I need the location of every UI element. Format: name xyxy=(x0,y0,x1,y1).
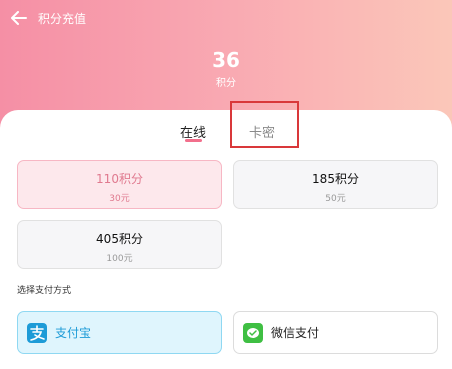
package-points: 185积分 xyxy=(312,172,359,186)
alipay-option[interactable]: 支付宝 xyxy=(17,311,222,354)
page-title: 积分充值 xyxy=(38,12,87,26)
points-balance-label: 积分 xyxy=(216,78,236,89)
back-button[interactable] xyxy=(9,8,29,28)
package-option-405[interactable]: 405积分 100元 xyxy=(17,220,222,269)
package-points: 110积分 xyxy=(96,172,143,186)
package-price: 50元 xyxy=(325,194,346,204)
points-balance-value: 36 xyxy=(212,48,240,72)
package-price: 100元 xyxy=(106,254,133,264)
wechat-pay-option[interactable]: 微信支付 xyxy=(233,311,438,354)
package-option-110[interactable]: 110积分 30元 xyxy=(17,160,222,209)
wechat-pay-label: 微信支付 xyxy=(271,326,320,340)
package-option-185[interactable]: 185积分 50元 xyxy=(233,160,438,209)
back-arrow-icon xyxy=(11,11,27,25)
package-points: 405积分 xyxy=(96,232,143,246)
alipay-label: 支付宝 xyxy=(55,326,92,340)
alipay-icon xyxy=(27,322,47,343)
package-price: 30元 xyxy=(109,194,130,204)
payment-method-label: 选择支付方式 xyxy=(17,286,72,296)
highlight-box xyxy=(230,101,299,148)
wechat-pay-icon xyxy=(243,322,263,343)
tab-active-indicator xyxy=(185,139,202,142)
